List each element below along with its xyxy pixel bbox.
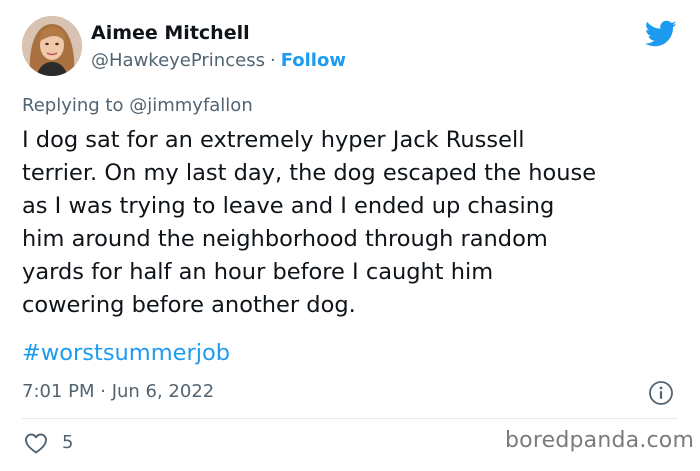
twitter-bird-icon[interactable] xyxy=(645,20,677,48)
tweet-text: I dog sat for an extremely hyper Jack Ru… xyxy=(22,124,682,322)
tweet-text-line: I dog sat for an extremely hyper Jack Ru… xyxy=(22,127,525,153)
avatar[interactable] xyxy=(22,16,82,76)
hashtag-link[interactable]: #worstsummerjob xyxy=(22,340,230,366)
like-count: 5 xyxy=(62,432,74,453)
divider xyxy=(22,418,678,419)
info-icon[interactable] xyxy=(648,380,674,406)
author-display-name[interactable]: Aimee Mitchell xyxy=(91,22,250,44)
heart-icon[interactable] xyxy=(24,432,48,454)
reply-prefix: Replying to xyxy=(22,95,124,116)
author-handle-row: @HawkeyePrincess · Follow xyxy=(91,50,346,71)
tweet-card: Aimee Mitchell @HawkeyePrincess · Follow R… xyxy=(0,0,700,471)
tweet-text-line: terrier. On my last day, the dog escaped… xyxy=(22,160,597,186)
source-watermark: boredpanda.com xyxy=(505,428,695,453)
tweet-timestamp[interactable]: 7:01 PM · Jun 6, 2022 xyxy=(22,381,214,402)
reply-mention-link[interactable]: @jimmyfallon xyxy=(129,95,253,116)
tweet-text-line: cowering before another dog. xyxy=(22,292,356,318)
separator-dot: · xyxy=(269,50,276,71)
tweet-text-line: as I was trying to leave and I ended up … xyxy=(22,193,555,219)
tweet-text-line: him around the neighborhood through rand… xyxy=(22,226,548,252)
author-handle[interactable]: @HawkeyePrincess xyxy=(91,50,265,71)
reply-context: Replying to @jimmyfallon xyxy=(22,95,253,116)
follow-button[interactable]: Follow xyxy=(281,50,346,71)
tweet-text-line: yards for half an hour before I caught h… xyxy=(22,259,494,285)
